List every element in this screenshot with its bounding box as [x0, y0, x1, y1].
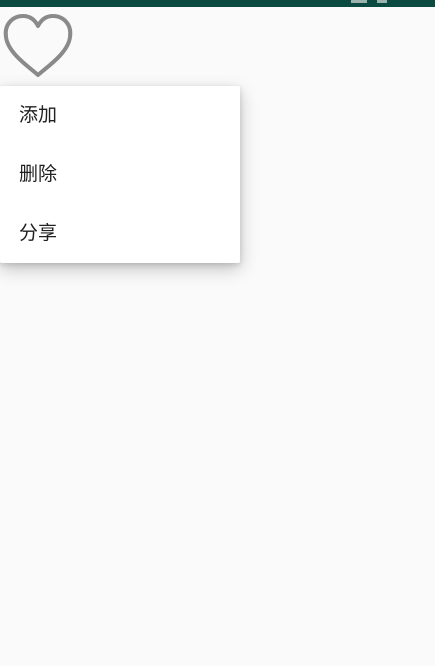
menu-item-delete[interactable]: 删除	[0, 145, 240, 204]
status-icons	[351, 0, 387, 3]
notification-icon	[351, 0, 367, 3]
menu-item-share[interactable]: 分享	[0, 204, 240, 263]
heart-icon[interactable]	[2, 12, 74, 80]
status-bar	[0, 0, 435, 7]
battery-icon	[377, 0, 387, 3]
menu-item-add[interactable]: 添加	[0, 86, 240, 145]
popup-menu: 添加 删除 分享	[0, 86, 240, 263]
